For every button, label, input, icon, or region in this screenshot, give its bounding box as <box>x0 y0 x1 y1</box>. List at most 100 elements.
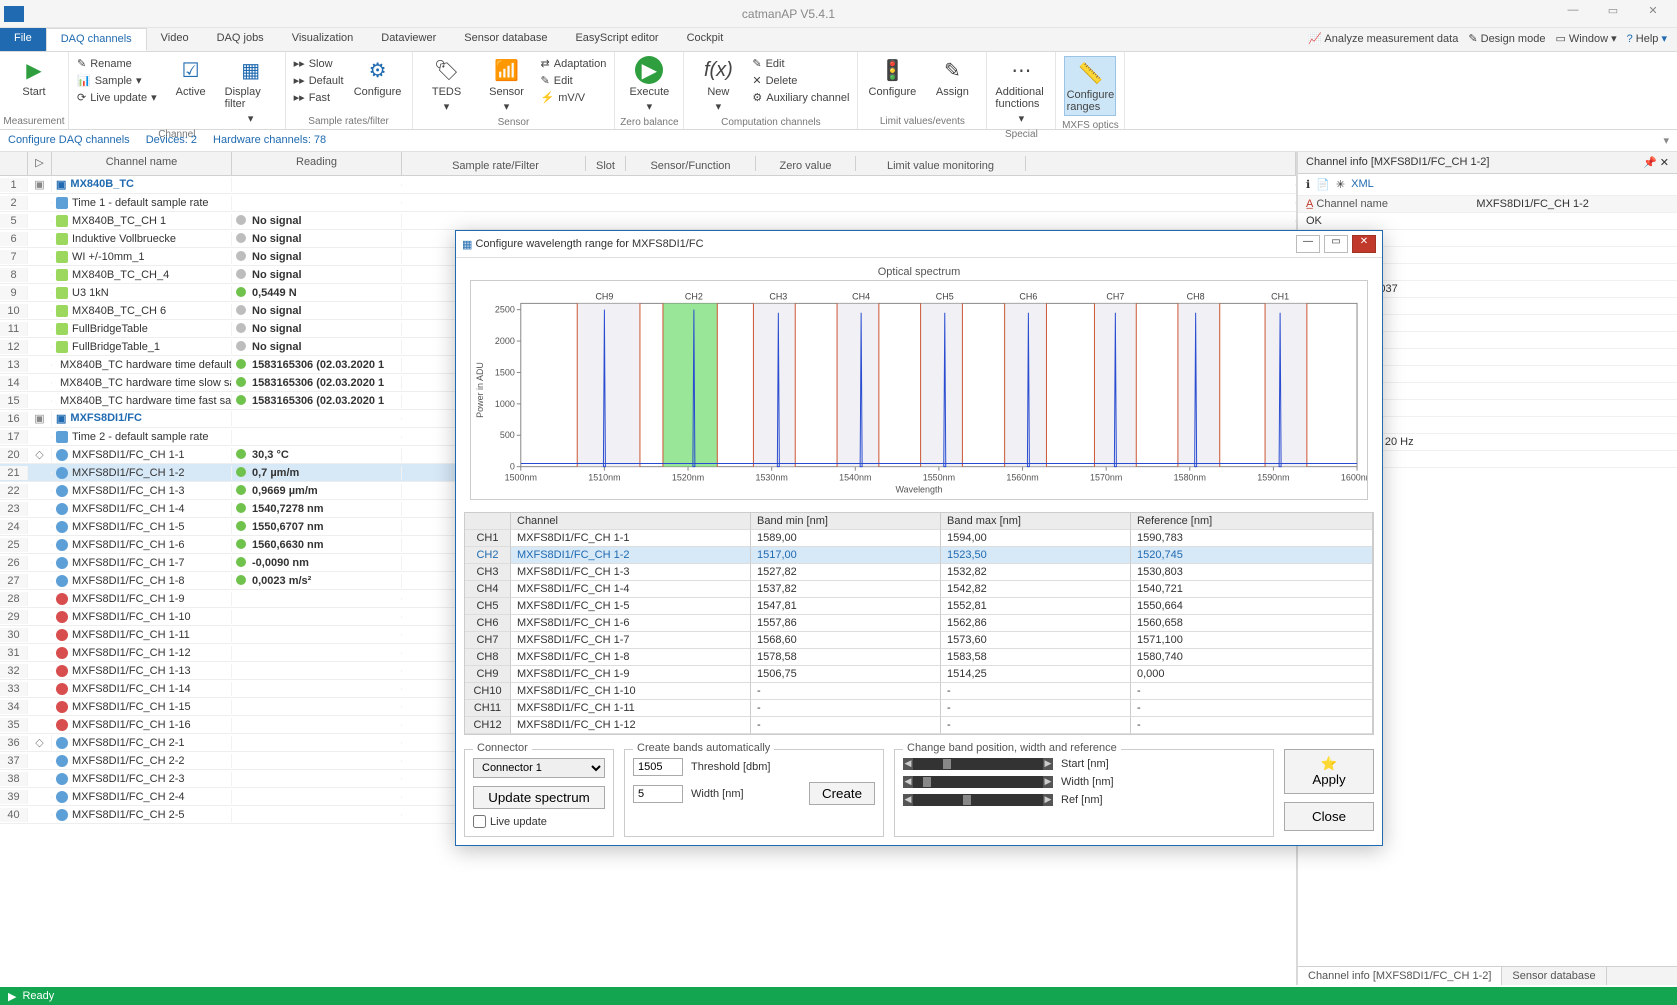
width-slider-label: Width [nm] <box>1061 776 1114 788</box>
configure-ranges-button[interactable]: 📏Configure ranges <box>1064 56 1116 116</box>
start-button[interactable]: ▶Start <box>8 56 60 98</box>
ref-slider[interactable]: ◀▶ <box>903 794 1053 806</box>
comp-edit-button[interactable]: ✎ Edit <box>752 56 849 71</box>
help-menu[interactable]: ? Help ▾ <box>1627 32 1667 47</box>
tab-dataviewer[interactable]: Dataviewer <box>367 28 450 51</box>
configure-button[interactable]: ⚙Configure <box>352 56 404 98</box>
col-limit[interactable]: Limit value monitoring <box>856 156 1026 171</box>
execute-button[interactable]: ▶Execute▾ <box>623 56 675 113</box>
col-channel-name[interactable]: Channel name <box>52 152 232 175</box>
sample-button[interactable]: 📊 Sample ▾ <box>77 73 157 88</box>
design-mode-link[interactable]: ✎ Design mode <box>1468 32 1545 47</box>
wl-row[interactable]: CH2MXFS8DI1/FC_CH 1-21517,001523,501520,… <box>465 547 1373 564</box>
close-dialog-button[interactable]: Close <box>1284 802 1374 831</box>
wl-row[interactable]: CH11MXFS8DI1/FC_CH 1-11--- <box>465 700 1373 717</box>
analyze-link[interactable]: 📈 Analyze measurement data <box>1308 32 1458 47</box>
tool-star-icon[interactable]: ✳ <box>1336 178 1345 191</box>
dialog-icon: ▦ <box>462 238 472 251</box>
slow-button[interactable]: ▸▸ Slow <box>294 56 344 71</box>
hwchannels-link[interactable]: Hardware channels: 78 <box>213 134 326 147</box>
teds-button[interactable]: 🏷TEDS▾ <box>421 56 473 113</box>
live-update-checkbox[interactable]: Live update <box>473 815 605 828</box>
col-reading[interactable]: Reading <box>232 152 402 175</box>
tab-daq-jobs[interactable]: DAQ jobs <box>203 28 278 51</box>
live-update-button[interactable]: ⟳ Live update ▾ <box>77 90 157 105</box>
grid-header: ▷ Channel name Reading Sample rate/Filte… <box>0 152 1296 176</box>
dialog-min[interactable]: — <box>1296 235 1320 253</box>
edit-button[interactable]: ✎ Edit <box>541 73 607 88</box>
limits-configure-button[interactable]: 🚦Configure <box>866 56 918 98</box>
xml-link[interactable]: XML <box>1351 178 1374 191</box>
wl-row[interactable]: CH8MXFS8DI1/FC_CH 1-81578,581583,581580,… <box>465 649 1373 666</box>
wl-row[interactable]: CH9MXFS8DI1/FC_CH 1-91506,751514,250,000 <box>465 666 1373 683</box>
width-slider[interactable]: ◀▶ <box>903 776 1053 788</box>
configure-daq-link[interactable]: Configure DAQ channels <box>8 134 130 147</box>
tab-easyscript[interactable]: EasyScript editor <box>561 28 672 51</box>
delete-button[interactable]: ✕ Delete <box>752 73 849 88</box>
rightpane-pin-close[interactable]: 📌 ✕ <box>1643 156 1669 169</box>
adaptation-button[interactable]: ⇄ Adaptation <box>541 56 607 71</box>
start-slider[interactable]: ◀▶ <box>903 758 1053 770</box>
tool-info-icon[interactable]: ℹ <box>1306 178 1310 191</box>
optical-spectrum-chart[interactable]: 050010001500200025001500nm1510nm1520nm15… <box>470 280 1368 500</box>
width-input[interactable] <box>633 785 683 803</box>
dialog-close[interactable]: ✕ <box>1352 235 1376 253</box>
col-zero[interactable]: Zero value <box>756 156 856 171</box>
wl-col-channel[interactable]: Channel <box>511 513 751 530</box>
wl-col-bandmin[interactable]: Band min [nm] <box>751 513 941 530</box>
wl-row[interactable]: CH1MXFS8DI1/FC_CH 1-11589,001594,001590,… <box>465 530 1373 547</box>
threshold-input[interactable] <box>633 758 683 776</box>
mvv-button[interactable]: ⚡ mV/V <box>541 90 607 105</box>
minimize-button[interactable]: — <box>1553 4 1593 24</box>
wl-row[interactable]: CH4MXFS8DI1/FC_CH 1-41537,821542,821540,… <box>465 581 1373 598</box>
tab-visualization[interactable]: Visualization <box>278 28 368 51</box>
active-button[interactable]: ☑Active <box>165 56 217 98</box>
wl-row[interactable]: CH5MXFS8DI1/FC_CH 1-51547,811552,811550,… <box>465 598 1373 615</box>
wl-col-bandmax[interactable]: Band max [nm] <box>941 513 1131 530</box>
foot-tab-sensordb[interactable]: Sensor database <box>1502 967 1606 985</box>
wl-row[interactable]: CH6MXFS8DI1/FC_CH 1-61557,861562,861560,… <box>465 615 1373 632</box>
close-button[interactable]: ✕ <box>1633 4 1673 24</box>
channel-row[interactable]: 5 MX840B_TC_CH 1 No signal <box>0 212 1296 230</box>
foot-tab-channel-info[interactable]: Channel info [MXFS8DI1/FC_CH 1-2] <box>1298 967 1502 985</box>
maximize-button[interactable]: ▭ <box>1593 4 1633 24</box>
status-text: Ready <box>22 990 54 1002</box>
sensor-button[interactable]: 📶Sensor▾ <box>481 56 533 113</box>
window-menu[interactable]: ▭ Window ▾ <box>1555 32 1616 47</box>
col-sensorfn[interactable]: Sensor/Function <box>626 156 756 171</box>
group-computation: Computation channels <box>684 117 857 130</box>
aux-channel-button[interactable]: ⚙ Auxiliary channel <box>752 90 849 105</box>
tab-daq-channels[interactable]: DAQ channels <box>46 28 147 51</box>
create-button[interactable]: Create <box>809 782 875 805</box>
chart-title: Optical spectrum <box>470 264 1368 280</box>
dialog-titlebar[interactable]: ▦ Configure wavelength range for MXFS8DI… <box>456 231 1382 258</box>
wl-col-reference[interactable]: Reference [nm] <box>1131 513 1373 530</box>
tab-sensor-database[interactable]: Sensor database <box>450 28 561 51</box>
display-filter-button[interactable]: ▦Display filter▾ <box>225 56 277 125</box>
tool-doc-icon[interactable]: 📄 <box>1316 178 1330 191</box>
wl-row[interactable]: CH10MXFS8DI1/FC_CH 1-10--- <box>465 683 1373 700</box>
channel-row[interactable]: 1▣▣ MX840B_TC <box>0 176 1296 194</box>
connector-select[interactable]: Connector 1 <box>473 758 605 778</box>
new-button[interactable]: f(x)New▾ <box>692 56 744 113</box>
col-samplerate[interactable]: Sample rate/Filter <box>406 156 586 171</box>
tab-file[interactable]: File <box>0 28 46 51</box>
tab-video[interactable]: Video <box>147 28 203 51</box>
wl-row[interactable]: CH12MXFS8DI1/FC_CH 1-12--- <box>465 717 1373 734</box>
wl-row[interactable]: CH3MXFS8DI1/FC_CH 1-31527,821532,821530,… <box>465 564 1373 581</box>
col-slot[interactable]: Slot <box>586 156 626 171</box>
rename-button[interactable]: ✎ Rename <box>77 56 157 71</box>
dialog-max[interactable]: ▭ <box>1324 235 1348 253</box>
fast-button[interactable]: ▸▸ Fast <box>294 90 344 105</box>
apply-button[interactable]: ⭐Apply <box>1284 749 1374 794</box>
update-spectrum-button[interactable]: Update spectrum <box>473 786 605 809</box>
default-button[interactable]: ▸▸ Default <box>294 73 344 88</box>
rightpane-header: Channel info [MXFS8DI1/FC_CH 1-2] 📌 ✕ <box>1298 152 1677 174</box>
additional-functions-button[interactable]: ⋯Additional functions▾ <box>995 56 1047 125</box>
tab-cockpit[interactable]: Cockpit <box>673 28 738 51</box>
channel-row[interactable]: 2 Time 1 - default sample rate <box>0 194 1296 212</box>
subheader-dropdown[interactable]: ▾ <box>1663 134 1669 147</box>
assign-button[interactable]: ✎Assign <box>926 56 978 98</box>
devices-link[interactable]: Devices: 2 <box>146 134 197 147</box>
wl-row[interactable]: CH7MXFS8DI1/FC_CH 1-71568,601573,601571,… <box>465 632 1373 649</box>
